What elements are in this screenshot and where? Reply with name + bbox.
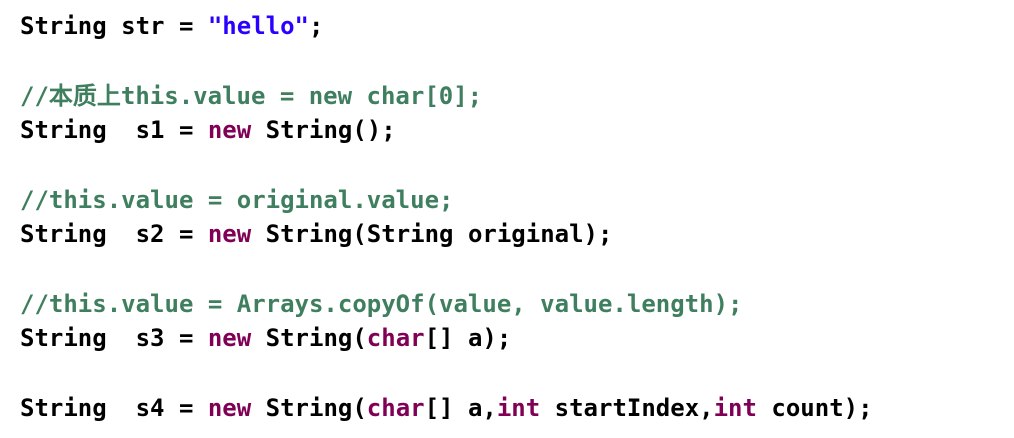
code-editor: String str = "hello"; //本质上this.value = … <box>0 0 1014 438</box>
keyword-char: char <box>366 324 425 352</box>
code-text: count); <box>756 394 873 422</box>
keyword-new: new <box>207 394 252 422</box>
code-text: String s2 = <box>20 220 208 248</box>
code-comment: //this.value = Arrays.copyOf(value, valu… <box>20 290 743 318</box>
code-text: String( <box>251 324 367 352</box>
string-literal: "hello" <box>207 12 309 40</box>
code-line-6: //this.value = Arrays.copyOf(value, valu… <box>20 287 742 321</box>
code-text: startIndex, <box>540 394 714 422</box>
code-comment: //本质上this.value = new char[0]; <box>20 82 483 110</box>
code-line-2: //本质上this.value = new char[0]; <box>20 79 482 113</box>
keyword-int: int <box>713 394 757 422</box>
code-text: [] a); <box>424 324 512 352</box>
code-text: String s4 = <box>20 394 208 422</box>
code-line-1: String str = "hello"; <box>20 9 323 43</box>
keyword-new: new <box>207 324 252 352</box>
keyword-char: char <box>366 394 425 422</box>
code-text: ; <box>309 12 324 40</box>
keyword-new: new <box>207 220 252 248</box>
code-line-7: String s3 = new String(char[] a); <box>20 321 511 355</box>
code-text: String(String original); <box>251 220 613 248</box>
code-line-5: String s2 = new String(String original); <box>20 217 612 251</box>
code-text: String( <box>251 394 367 422</box>
code-text: [] a, <box>424 394 497 422</box>
code-text: String s1 = <box>20 116 208 144</box>
code-comment: //this.value = original.value; <box>20 186 454 214</box>
keyword-new: new <box>207 116 252 144</box>
code-line-4: //this.value = original.value; <box>20 183 453 217</box>
code-line-3: String s1 = new String(); <box>20 113 396 147</box>
code-line-8: String s4 = new String(char[] a,int star… <box>20 391 873 425</box>
code-text: String(); <box>251 116 396 144</box>
code-text: String s3 = <box>20 324 208 352</box>
keyword-int: int <box>496 394 541 422</box>
code-text: String str = <box>20 12 208 40</box>
